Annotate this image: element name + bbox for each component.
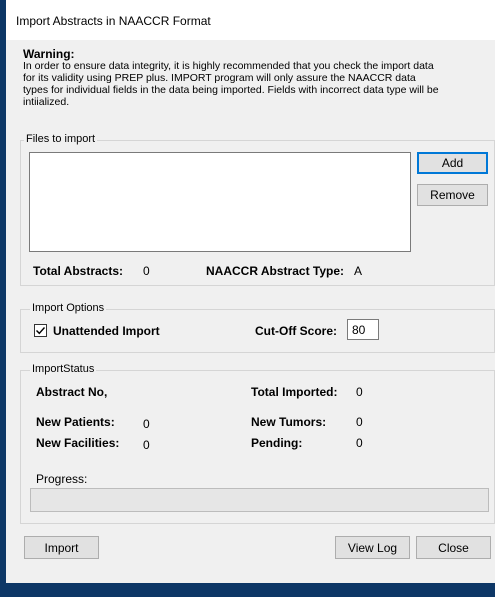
import-button[interactable]: Import <box>24 536 99 559</box>
new-facilities-value: 0 <box>143 438 150 452</box>
total-imported-label: Total Imported: <box>251 385 338 399</box>
add-button[interactable]: Add <box>417 152 488 174</box>
pending-value: 0 <box>356 436 363 450</box>
total-imported-value: 0 <box>356 385 363 399</box>
unattended-import-checkbox[interactable] <box>34 324 47 337</box>
window-title: Import Abstracts in NAACCR Format <box>16 14 211 28</box>
abstract-type-value: A <box>354 264 363 278</box>
close-button[interactable]: Close <box>416 536 491 559</box>
warning-heading: Warning: <box>23 47 75 61</box>
abstract-type-label: NAACCR Abstract Type: <box>206 264 345 278</box>
import-dialog: Import Abstracts in NAACCR Format Warnin… <box>6 0 495 583</box>
new-patients-value: 0 <box>143 417 150 431</box>
new-facilities-label: New Facilities: <box>36 436 120 450</box>
import-options-legend: Import Options <box>30 302 107 314</box>
view-log-button[interactable]: View Log <box>335 536 410 559</box>
new-patients-label: New Patients: <box>36 415 115 429</box>
files-listbox[interactable] <box>29 152 411 252</box>
pending-label: Pending: <box>251 436 303 450</box>
remove-button[interactable]: Remove <box>417 184 488 206</box>
import-status-legend: ImportStatus <box>30 363 97 375</box>
progress-label: Progress: <box>36 472 88 486</box>
checkmark-icon <box>36 327 46 335</box>
total-abstracts-label: Total Abstracts: <box>33 264 124 278</box>
files-legend: Files to import <box>24 133 98 145</box>
unattended-import-label: Unattended Import <box>53 324 160 338</box>
cutoff-score-input[interactable]: 80 <box>347 319 379 340</box>
abstract-no-label: Abstract No, <box>36 385 108 399</box>
new-tumors-value: 0 <box>356 415 363 429</box>
new-tumors-label: New Tumors: <box>251 415 327 429</box>
total-abstracts-value: 0 <box>143 264 150 278</box>
title-bar[interactable]: Import Abstracts in NAACCR Format <box>6 0 495 40</box>
progress-bar <box>30 488 489 512</box>
cutoff-score-label: Cut-Off Score: <box>255 324 337 338</box>
warning-text: In order to ensure data integrity, it is… <box>23 60 439 108</box>
